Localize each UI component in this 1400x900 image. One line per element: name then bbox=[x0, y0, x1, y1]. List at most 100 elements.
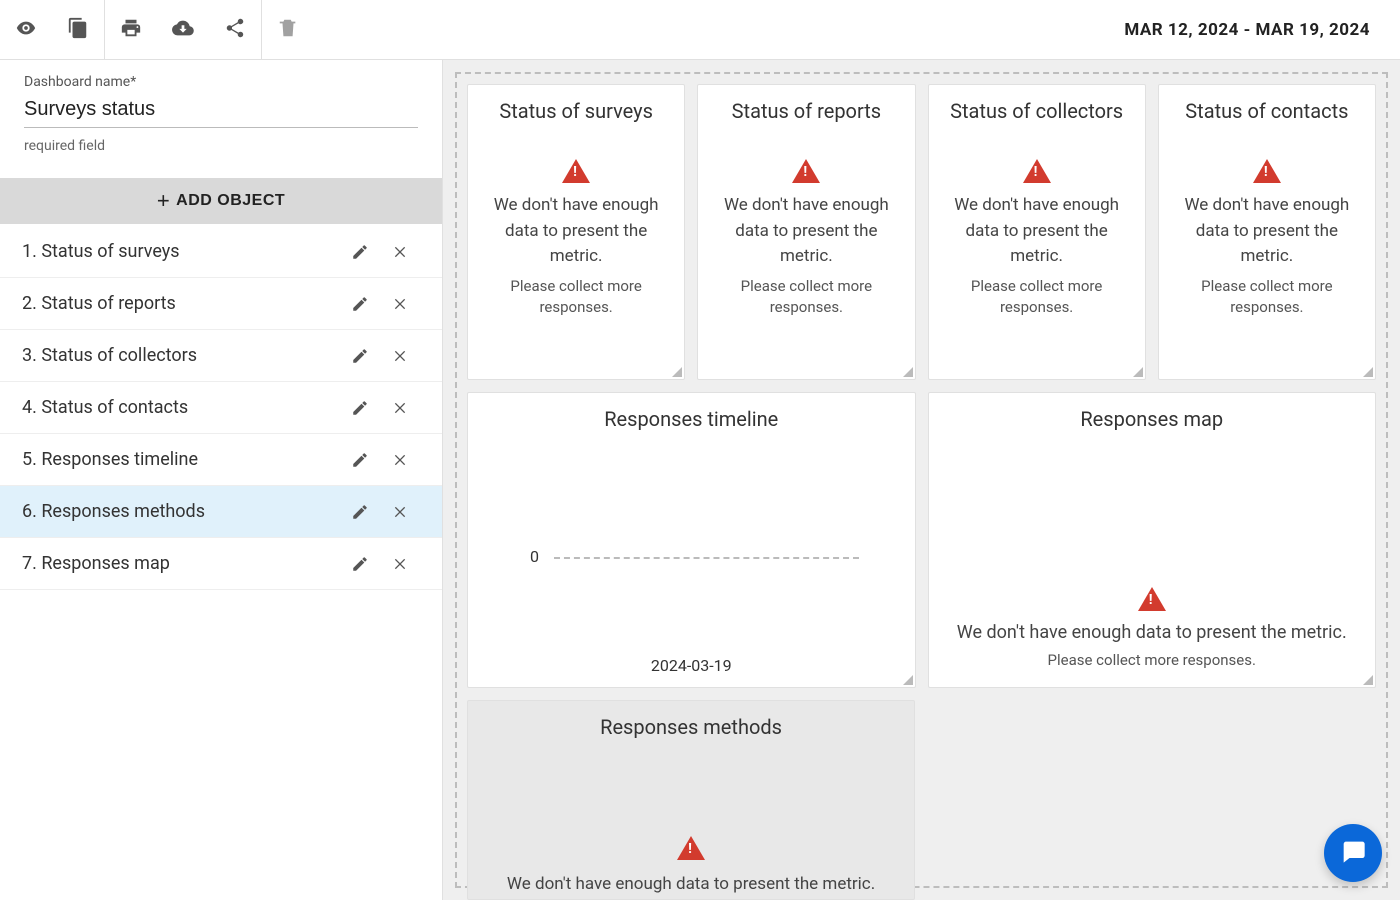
print-button[interactable] bbox=[105, 0, 157, 60]
list-item-label: 1. Status of surveys bbox=[22, 241, 340, 262]
warning-icon bbox=[1023, 159, 1051, 183]
row-2: Responses timeline 0 2024-03-19 Response… bbox=[467, 392, 1376, 688]
widget-responses-methods[interactable]: Responses methods We don't have enough d… bbox=[467, 700, 915, 900]
sidebar: Dashboard name* required field + ADD OBJ… bbox=[0, 60, 443, 900]
row-3: Responses methods We don't have enough d… bbox=[467, 700, 1376, 900]
list-item[interactable]: 3. Status of collectors bbox=[0, 330, 442, 382]
widget-submessage: Please collect more responses. bbox=[1028, 646, 1276, 681]
edit-icon[interactable] bbox=[340, 243, 380, 261]
warning-icon bbox=[1253, 159, 1281, 183]
tool-group-2 bbox=[105, 0, 262, 59]
row-1: Status of surveys We don't have enough d… bbox=[467, 84, 1376, 380]
warning-icon bbox=[792, 159, 820, 183]
widget-status-reports[interactable]: Status of reports We don't have enough d… bbox=[697, 84, 915, 380]
resize-handle[interactable] bbox=[903, 367, 913, 377]
warning-icon bbox=[677, 836, 705, 860]
resize-handle[interactable] bbox=[903, 675, 913, 685]
close-icon[interactable] bbox=[380, 556, 420, 572]
widget-submessage: Please collect more responses. bbox=[468, 270, 684, 334]
dashboard-name-label: Dashboard name* bbox=[24, 74, 418, 90]
widget-status-surveys[interactable]: Status of surveys We don't have enough d… bbox=[467, 84, 685, 380]
warning-icon bbox=[1138, 587, 1166, 611]
widget-title: Status of contacts bbox=[1177, 85, 1356, 133]
list-item[interactable]: 1. Status of surveys bbox=[0, 226, 442, 278]
eye-icon bbox=[15, 17, 37, 43]
resize-handle[interactable] bbox=[1133, 367, 1143, 377]
resize-handle[interactable] bbox=[1363, 675, 1373, 685]
list-item-label: 5. Responses timeline bbox=[22, 449, 340, 470]
close-icon[interactable] bbox=[380, 452, 420, 468]
close-icon[interactable] bbox=[380, 244, 420, 260]
list-item[interactable]: 4. Status of contacts bbox=[0, 382, 442, 434]
widget-message: We don't have enough data to present the… bbox=[1159, 183, 1375, 270]
widget-title: Responses timeline bbox=[596, 393, 786, 441]
chat-fab[interactable] bbox=[1324, 824, 1382, 882]
list-item[interactable]: 6. Responses methods bbox=[0, 486, 442, 538]
share-icon bbox=[224, 17, 246, 43]
object-list: 1. Status of surveys 2. Status of reports… bbox=[0, 226, 442, 590]
tool-group-1 bbox=[0, 0, 105, 59]
print-icon bbox=[120, 17, 142, 43]
edit-icon[interactable] bbox=[340, 295, 380, 313]
edit-icon[interactable] bbox=[340, 451, 380, 469]
warning-icon bbox=[562, 159, 590, 183]
list-item-label: 7. Responses map bbox=[22, 553, 340, 574]
topbar-tools bbox=[0, 0, 314, 59]
download-button[interactable] bbox=[157, 0, 209, 60]
widget-status-collectors[interactable]: Status of collectors We don't have enoug… bbox=[928, 84, 1146, 380]
close-icon[interactable] bbox=[380, 296, 420, 312]
map-body: We don't have enough data to present the… bbox=[929, 441, 1376, 687]
widget-message: We don't have enough data to present the… bbox=[495, 862, 887, 900]
widget-message: We don't have enough data to present the… bbox=[937, 613, 1367, 646]
delete-button[interactable] bbox=[262, 0, 314, 60]
widget-responses-timeline[interactable]: Responses timeline 0 2024-03-19 bbox=[467, 392, 916, 688]
close-icon[interactable] bbox=[380, 400, 420, 416]
download-icon bbox=[172, 17, 194, 43]
chat-icon bbox=[1339, 837, 1367, 869]
timeline-chart: 0 2024-03-19 bbox=[468, 441, 915, 687]
dashboard-name-input[interactable] bbox=[24, 94, 418, 128]
resize-handle[interactable] bbox=[672, 367, 682, 377]
resize-handle[interactable] bbox=[1363, 367, 1373, 377]
methods-body: We don't have enough data to present the… bbox=[468, 749, 914, 899]
widget-responses-map[interactable]: Responses map We don't have enough data … bbox=[928, 392, 1377, 688]
edit-icon[interactable] bbox=[340, 347, 380, 365]
preview-button[interactable] bbox=[0, 0, 52, 60]
copy-button[interactable] bbox=[52, 0, 104, 60]
dashboard-name-block: Dashboard name* required field bbox=[0, 60, 442, 160]
date-range[interactable]: MAR 12, 2024 - MAR 19, 2024 bbox=[1124, 20, 1380, 40]
close-icon[interactable] bbox=[380, 504, 420, 520]
widget-title: Status of surveys bbox=[491, 85, 661, 133]
widget-message: We don't have enough data to present the… bbox=[929, 183, 1145, 270]
close-icon[interactable] bbox=[380, 348, 420, 364]
x-axis-label: 2024-03-19 bbox=[468, 656, 915, 675]
widget-title: Status of reports bbox=[724, 85, 889, 133]
list-item-label: 3. Status of collectors bbox=[22, 345, 340, 366]
canvas[interactable]: Status of surveys We don't have enough d… bbox=[455, 72, 1388, 888]
widget-title: Status of collectors bbox=[942, 85, 1131, 133]
edit-icon[interactable] bbox=[340, 399, 380, 417]
list-item[interactable]: 2. Status of reports bbox=[0, 278, 442, 330]
edit-icon[interactable] bbox=[340, 555, 380, 573]
widget-title: Responses map bbox=[1072, 393, 1231, 441]
topbar: MAR 12, 2024 - MAR 19, 2024 bbox=[0, 0, 1400, 60]
share-button[interactable] bbox=[209, 0, 261, 60]
canvas-wrap: Status of surveys We don't have enough d… bbox=[443, 60, 1400, 900]
widget-submessage: Please collect more responses. bbox=[698, 270, 914, 334]
copy-icon bbox=[67, 17, 89, 43]
y-axis-zero: 0 bbox=[530, 547, 539, 566]
list-item[interactable]: 7. Responses map bbox=[0, 538, 442, 590]
list-item-label: 4. Status of contacts bbox=[22, 397, 340, 418]
widget-message: We don't have enough data to present the… bbox=[468, 183, 684, 270]
widget-title: Responses methods bbox=[592, 701, 790, 749]
widget-submessage: Please collect more responses. bbox=[929, 270, 1145, 334]
edit-icon[interactable] bbox=[340, 503, 380, 521]
list-item-label: 6. Responses methods bbox=[22, 501, 340, 522]
trash-icon bbox=[277, 17, 299, 43]
main: Dashboard name* required field + ADD OBJ… bbox=[0, 60, 1400, 900]
list-item-label: 2. Status of reports bbox=[22, 293, 340, 314]
add-object-button[interactable]: + ADD OBJECT bbox=[0, 178, 442, 224]
required-hint: required field bbox=[24, 138, 418, 154]
list-item[interactable]: 5. Responses timeline bbox=[0, 434, 442, 486]
widget-status-contacts[interactable]: Status of contacts We don't have enough … bbox=[1158, 84, 1376, 380]
